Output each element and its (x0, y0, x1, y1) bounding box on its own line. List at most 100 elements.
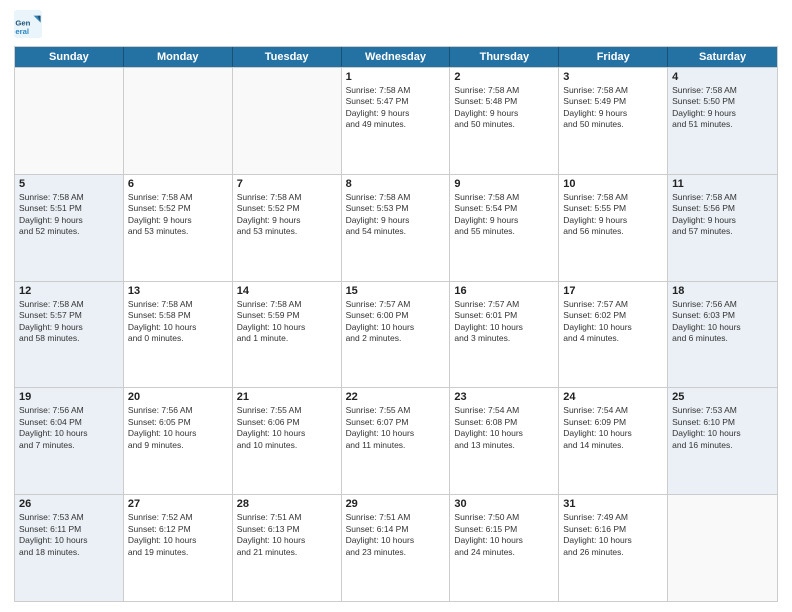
day-info: Sunrise: 7:58 AMSunset: 5:57 PMDaylight:… (19, 299, 119, 345)
calendar-day-26: 26 Sunrise: 7:53 AMSunset: 6:11 PMDayligh… (15, 495, 124, 601)
day-number: 22 (346, 391, 446, 403)
day-number: 21 (237, 391, 337, 403)
calendar-day-2: 2 Sunrise: 7:58 AMSunset: 5:48 PMDaylight… (450, 68, 559, 174)
calendar-empty-cell (15, 68, 124, 174)
day-info: Sunrise: 7:53 AMSunset: 6:10 PMDaylight:… (672, 405, 773, 451)
day-number: 5 (19, 178, 119, 190)
day-number: 29 (346, 498, 446, 510)
calendar-day-10: 10Sunrise: 7:58 AMSunset: 5:55 PMDayligh… (559, 175, 668, 281)
calendar-day-8: 8Sunrise: 7:58 AMSunset: 5:53 PMDaylight… (342, 175, 451, 281)
calendar-header: SundayMondayTuesdayWednesdayThursdayFrid… (15, 47, 777, 67)
day-info: Sunrise: 7:58 AMSunset: 5:48 PMDaylight:… (454, 85, 554, 131)
calendar-day-15: 15Sunrise: 7:57 AMSunset: 6:00 PMDayligh… (342, 282, 451, 388)
day-info: Sunrise: 7:52 AMSunset: 6:12 PMDaylight:… (128, 512, 228, 558)
day-info: Sunrise: 7:57 AMSunset: 6:02 PMDaylight:… (563, 299, 663, 345)
calendar-day-6: 6 Sunrise: 7:58 AMSunset: 5:52 PMDaylight… (124, 175, 233, 281)
calendar-day-5: 5 Sunrise: 7:58 AMSunset: 5:51 PMDaylight… (15, 175, 124, 281)
calendar-day-22: 22 Sunrise: 7:55 AMSunset: 6:07 PMDayligh… (342, 388, 451, 494)
day-info: Sunrise: 7:54 AMSunset: 6:08 PMDaylight:… (454, 405, 554, 451)
calendar-day-30: 30 Sunrise: 7:50 AMSunset: 6:15 PMDayligh… (450, 495, 559, 601)
calendar-day-4: 4 Sunrise: 7:58 AMSunset: 5:50 PMDaylight… (668, 68, 777, 174)
svg-text:Gen: Gen (15, 18, 30, 27)
day-info: Sunrise: 7:58 AMSunset: 5:49 PMDaylight:… (563, 85, 663, 131)
logo-area: Gen eral (14, 10, 44, 38)
calendar-day-16: 16 Sunrise: 7:57 AMSunset: 6:01 PMDayligh… (450, 282, 559, 388)
calendar-day-23: 23Sunrise: 7:54 AMSunset: 6:08 PMDayligh… (450, 388, 559, 494)
header-day-tuesday: Tuesday (233, 47, 342, 67)
day-number: 13 (128, 285, 228, 297)
day-info: Sunrise: 7:50 AMSunset: 6:15 PMDaylight:… (454, 512, 554, 558)
day-info: Sunrise: 7:56 AMSunset: 6:05 PMDaylight:… (128, 405, 228, 451)
calendar-empty-cell (668, 495, 777, 601)
day-number: 2 (454, 71, 554, 83)
calendar-body: 1 Sunrise: 7:58 AMSunset: 5:47 PMDaylight… (15, 67, 777, 601)
calendar-day-25: 25 Sunrise: 7:53 AMSunset: 6:10 PMDayligh… (668, 388, 777, 494)
day-number: 24 (563, 391, 663, 403)
header-day-monday: Monday (124, 47, 233, 67)
calendar-week-2: 5 Sunrise: 7:58 AMSunset: 5:51 PMDaylight… (15, 174, 777, 281)
day-info: Sunrise: 7:58 AMSunset: 5:54 PMDaylight:… (454, 192, 554, 238)
calendar-day-17: 17 Sunrise: 7:57 AMSunset: 6:02 PMDayligh… (559, 282, 668, 388)
day-info: Sunrise: 7:51 AMSunset: 6:14 PMDaylight:… (346, 512, 446, 558)
day-number: 6 (128, 178, 228, 190)
calendar-empty-cell (124, 68, 233, 174)
svg-text:eral: eral (15, 27, 29, 36)
day-info: Sunrise: 7:55 AMSunset: 6:07 PMDaylight:… (346, 405, 446, 451)
calendar-day-9: 9 Sunrise: 7:58 AMSunset: 5:54 PMDaylight… (450, 175, 559, 281)
calendar-day-3: 3 Sunrise: 7:58 AMSunset: 5:49 PMDaylight… (559, 68, 668, 174)
day-info: Sunrise: 7:58 AMSunset: 5:58 PMDaylight:… (128, 299, 228, 345)
header-day-thursday: Thursday (450, 47, 559, 67)
day-number: 20 (128, 391, 228, 403)
day-info: Sunrise: 7:57 AMSunset: 6:01 PMDaylight:… (454, 299, 554, 345)
header-day-friday: Friday (559, 47, 668, 67)
day-info: Sunrise: 7:58 AMSunset: 5:47 PMDaylight:… (346, 85, 446, 131)
day-number: 14 (237, 285, 337, 297)
calendar: SundayMondayTuesdayWednesdayThursdayFrid… (14, 46, 778, 602)
day-info: Sunrise: 7:58 AMSunset: 5:53 PMDaylight:… (346, 192, 446, 238)
day-number: 3 (563, 71, 663, 83)
calendar-empty-cell (233, 68, 342, 174)
day-number: 25 (672, 391, 773, 403)
day-info: Sunrise: 7:49 AMSunset: 6:16 PMDaylight:… (563, 512, 663, 558)
calendar-day-31: 31 Sunrise: 7:49 AMSunset: 6:16 PMDayligh… (559, 495, 668, 601)
day-number: 27 (128, 498, 228, 510)
day-info: Sunrise: 7:58 AMSunset: 5:50 PMDaylight:… (672, 85, 773, 131)
calendar-day-24: 24 Sunrise: 7:54 AMSunset: 6:09 PMDayligh… (559, 388, 668, 494)
day-info: Sunrise: 7:51 AMSunset: 6:13 PMDaylight:… (237, 512, 337, 558)
calendar-day-18: 18Sunrise: 7:56 AMSunset: 6:03 PMDayligh… (668, 282, 777, 388)
day-info: Sunrise: 7:54 AMSunset: 6:09 PMDaylight:… (563, 405, 663, 451)
calendar-day-27: 27 Sunrise: 7:52 AMSunset: 6:12 PMDayligh… (124, 495, 233, 601)
day-number: 19 (19, 391, 119, 403)
calendar-day-14: 14Sunrise: 7:58 AMSunset: 5:59 PMDayligh… (233, 282, 342, 388)
day-number: 26 (19, 498, 119, 510)
day-info: Sunrise: 7:55 AMSunset: 6:06 PMDaylight:… (237, 405, 337, 451)
calendar-day-12: 12Sunrise: 7:58 AMSunset: 5:57 PMDayligh… (15, 282, 124, 388)
day-number: 30 (454, 498, 554, 510)
day-number: 17 (563, 285, 663, 297)
header-day-saturday: Saturday (668, 47, 777, 67)
day-number: 16 (454, 285, 554, 297)
day-info: Sunrise: 7:53 AMSunset: 6:11 PMDaylight:… (19, 512, 119, 558)
day-info: Sunrise: 7:58 AMSunset: 5:51 PMDaylight:… (19, 192, 119, 238)
calendar-day-29: 29 Sunrise: 7:51 AMSunset: 6:14 PMDayligh… (342, 495, 451, 601)
day-number: 31 (563, 498, 663, 510)
page: Gen eral SundayMondayTuesdayWednesdayThu… (0, 0, 792, 612)
day-info: Sunrise: 7:58 AMSunset: 5:52 PMDaylight:… (128, 192, 228, 238)
calendar-day-20: 20 Sunrise: 7:56 AMSunset: 6:05 PMDayligh… (124, 388, 233, 494)
logo-icon: Gen eral (14, 10, 42, 38)
calendar-day-1: 1 Sunrise: 7:58 AMSunset: 5:47 PMDaylight… (342, 68, 451, 174)
header-day-sunday: Sunday (15, 47, 124, 67)
calendar-day-28: 28Sunrise: 7:51 AMSunset: 6:13 PMDayligh… (233, 495, 342, 601)
day-number: 15 (346, 285, 446, 297)
calendar-day-19: 19 Sunrise: 7:56 AMSunset: 6:04 PMDayligh… (15, 388, 124, 494)
calendar-week-5: 26 Sunrise: 7:53 AMSunset: 6:11 PMDayligh… (15, 494, 777, 601)
calendar-week-3: 12Sunrise: 7:58 AMSunset: 5:57 PMDayligh… (15, 281, 777, 388)
day-number: 1 (346, 71, 446, 83)
calendar-day-13: 13 Sunrise: 7:58 AMSunset: 5:58 PMDayligh… (124, 282, 233, 388)
day-number: 18 (672, 285, 773, 297)
day-number: 9 (454, 178, 554, 190)
day-number: 4 (672, 71, 773, 83)
day-info: Sunrise: 7:56 AMSunset: 6:04 PMDaylight:… (19, 405, 119, 451)
day-info: Sunrise: 7:58 AMSunset: 5:56 PMDaylight:… (672, 192, 773, 238)
calendar-week-4: 19 Sunrise: 7:56 AMSunset: 6:04 PMDayligh… (15, 387, 777, 494)
